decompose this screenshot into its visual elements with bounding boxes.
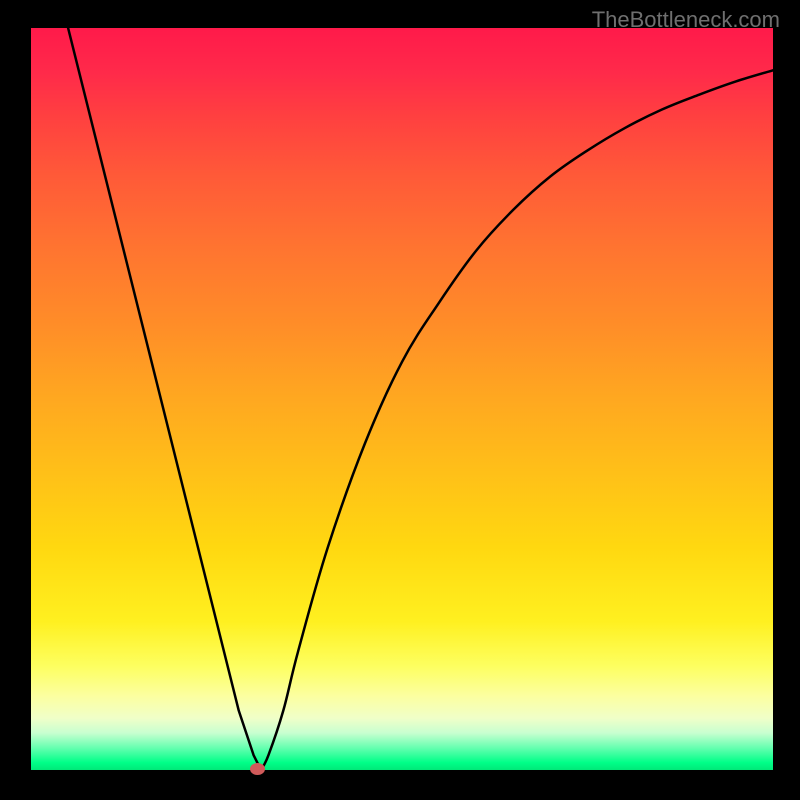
chart-container: TheBottleneck.com (0, 0, 800, 800)
watermark-text: TheBottleneck.com (592, 7, 780, 33)
plot-background-gradient (31, 28, 773, 770)
